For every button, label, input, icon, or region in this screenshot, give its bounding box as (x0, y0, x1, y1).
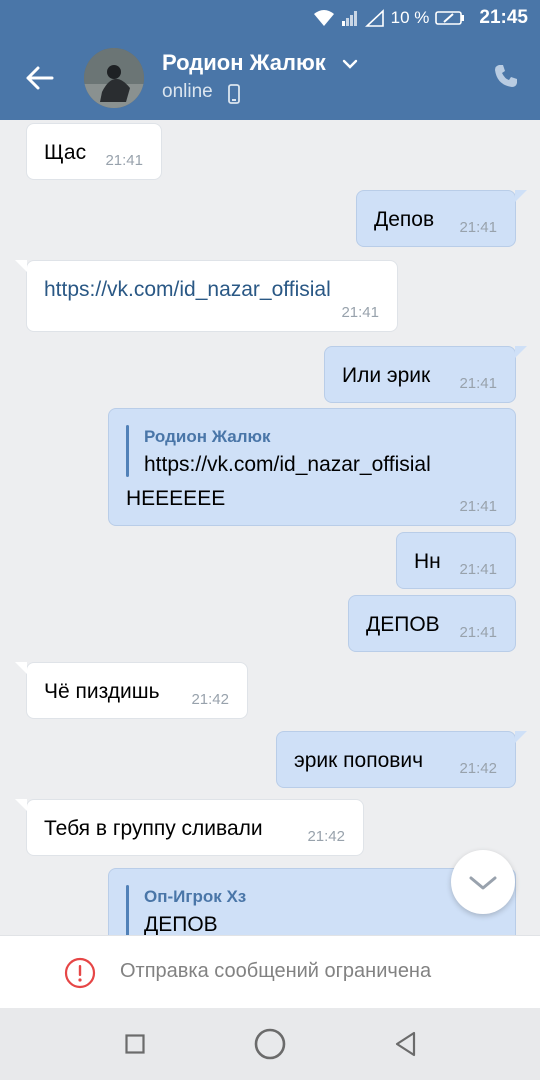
message-bubble[interactable]: эрик попович 21:42 (276, 731, 527, 788)
bubble-tail (515, 731, 527, 743)
reply-author[interactable]: Оп-Игрок Хз (144, 887, 246, 907)
signal-icon (341, 11, 357, 26)
message-text: эрик попович (294, 749, 424, 772)
message-bubble[interactable]: ДЕПОВ 21:41 (348, 595, 516, 652)
message-bubble[interactable]: https://vk.com/id_nazar_offisial 21:41 (15, 260, 398, 332)
message-bubble[interactable]: Чё пиздишь 21:42 (15, 662, 248, 719)
message-bubble[interactable]: Щас 21:41 (26, 123, 162, 180)
phone-icon (495, 65, 517, 87)
bubble-tail (15, 260, 27, 272)
status-right: 10 % 21:45 (313, 6, 528, 30)
reply-message-bubble[interactable]: Родион Жалюк https://vk.com/id_nazar_off… (108, 408, 516, 526)
message-time: 21:42 (191, 691, 229, 708)
message-restriction-bar: Отправка сообщений ограничена (0, 935, 540, 1009)
message-time: 21:41 (341, 304, 379, 321)
contact-name[interactable]: Родион Жалюк (162, 50, 326, 76)
reply-author[interactable]: Родион Жалюк (144, 427, 271, 447)
message-bubble[interactable]: Нн 21:41 (396, 532, 516, 589)
message-time: 21:41 (459, 498, 497, 515)
avatar[interactable] (84, 48, 144, 108)
contact-status: online (162, 81, 213, 102)
message-link[interactable]: https://vk.com/id_nazar_offisial (44, 278, 331, 302)
reply-quote-bar (126, 885, 129, 935)
chevron-down-icon (469, 876, 497, 890)
reply-quote-bar (126, 425, 129, 477)
message-text: Или эрик (342, 364, 431, 387)
message-time: 21:42 (459, 760, 497, 777)
avatar-image (84, 48, 144, 108)
message-bubble[interactable]: Или эрик 21:41 (324, 346, 527, 403)
message-bubble[interactable]: Тебя в группу сливали 21:42 (15, 799, 364, 856)
status-bar: 10 % 21:45 (0, 0, 540, 36)
chevron-down-icon[interactable] (342, 58, 358, 70)
message-bubble[interactable]: Депов 21:41 (356, 190, 527, 247)
message-time: 21:41 (459, 624, 497, 641)
system-nav-bar (0, 1008, 540, 1080)
bubble-tail (15, 799, 27, 811)
signal-empty-icon (364, 9, 384, 27)
scroll-to-bottom-button[interactable] (451, 850, 515, 914)
back-nav-icon[interactable] (394, 1031, 418, 1057)
message-list[interactable]: Щас 21:41 Депов 21:41 https://vk.com/id_… (0, 120, 540, 935)
bubble-tail (15, 662, 27, 674)
back-button[interactable] (22, 60, 62, 96)
message-time: 21:42 (307, 828, 345, 845)
message-text: Чё пиздишь (44, 680, 160, 703)
message-text: Депов (374, 208, 435, 231)
reply-text: https://vk.com/id_nazar_offisial (144, 453, 431, 476)
recent-apps-icon[interactable] (125, 1034, 145, 1054)
message-time: 21:41 (459, 561, 497, 578)
warning-icon (64, 957, 96, 989)
status-time: 21:45 (479, 7, 528, 28)
reply-text: ДЕПОВ (144, 913, 218, 935)
restriction-text: Отправка сообщений ограничена (120, 960, 432, 982)
message-text: ДЕПОВ (366, 613, 440, 636)
message-time: 21:41 (459, 219, 497, 236)
back-arrow-icon (26, 66, 54, 90)
message-text: Нн (414, 550, 441, 573)
bubble-tail (515, 346, 527, 358)
home-icon[interactable] (253, 1027, 287, 1061)
message-text: Тебя в группу сливали (44, 817, 263, 840)
chat-header: Родион Жалюк online (0, 36, 540, 120)
message-text: НЕЕЕЕЕЕ (126, 487, 226, 510)
mobile-phone-icon (228, 84, 240, 104)
battery-percent: 10 % (390, 8, 430, 27)
message-text: Щас (44, 141, 87, 164)
wifi-icon (313, 10, 334, 26)
message-time: 21:41 (105, 152, 143, 169)
message-time: 21:41 (459, 375, 497, 392)
call-button[interactable] (492, 62, 520, 95)
battery-icon (435, 11, 465, 25)
bubble-tail (515, 190, 527, 202)
